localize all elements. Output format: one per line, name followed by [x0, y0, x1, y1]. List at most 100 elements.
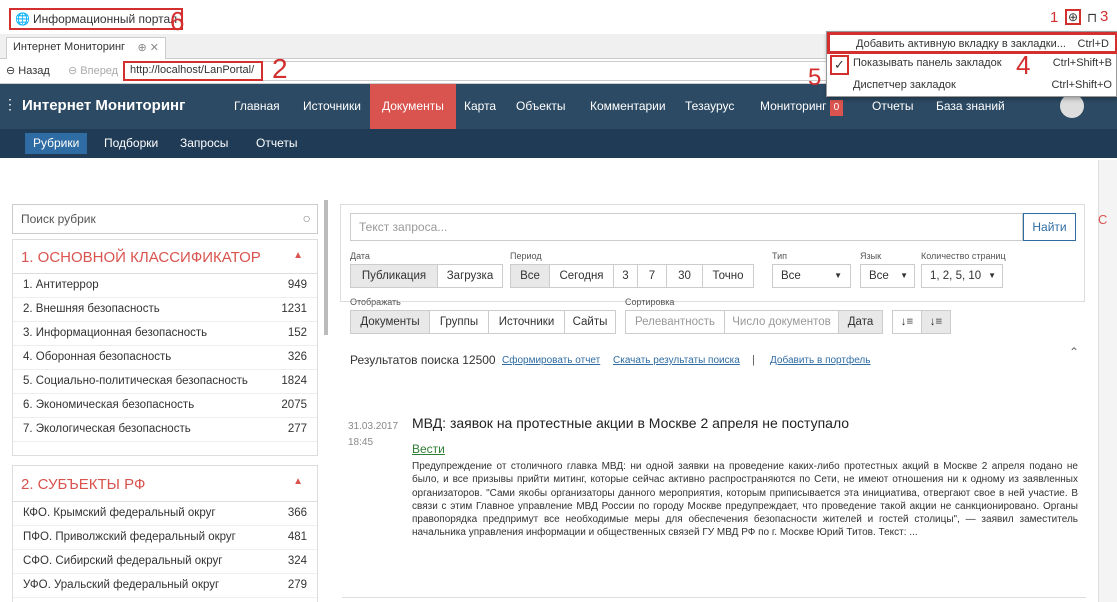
rubric-name: 1. Антитеррор: [23, 279, 99, 291]
group-title: 2. СУБЪЕКТЫ РФ: [21, 476, 146, 493]
page-count-select[interactable]: 1, 2, 5, 10 ▼: [921, 264, 1003, 288]
list-item[interactable]: КФО. Крымский федеральный округ 366: [13, 502, 317, 526]
address-bar[interactable]: http://localhost/LanPortal/: [123, 61, 263, 81]
date-load-button[interactable]: Загрузка: [437, 264, 503, 288]
site-logo[interactable]: Интернет Мониторинг: [22, 97, 185, 114]
rubric-name: 7. Экологическая безопасность: [23, 423, 191, 435]
forward-button[interactable]: ⊖ Вперед: [68, 64, 118, 77]
list-item[interactable]: УФО. Уральский федеральный округ 279: [13, 574, 317, 598]
nav-thesaurus[interactable]: Тезаурус: [677, 84, 742, 129]
divider: [342, 597, 1086, 598]
group-header[interactable]: 2. СУБЪЕКТЫ РФ ▲: [13, 466, 317, 502]
rubric-count: 1824: [281, 375, 307, 387]
rubric-search-input[interactable]: Поиск рубрик ○: [12, 204, 318, 234]
nav-comments[interactable]: Комментарии: [582, 84, 674, 129]
label-date: Дата: [350, 251, 370, 261]
annotation-1: 1: [1050, 9, 1059, 26]
period-3-button[interactable]: 3: [613, 264, 638, 288]
back-button[interactable]: ⊖ Назад: [6, 64, 50, 77]
group-main-classifier: 1. ОСНОВНОЙ КЛАССИФИКАТОР ▲ 1. Антитеррор…: [12, 239, 318, 456]
article-title[interactable]: МВД: заявок на протестные акции в Москве…: [412, 415, 849, 431]
list-item[interactable]: 1. Антитеррор 949: [13, 274, 317, 298]
add-to-portfolio-link[interactable]: Добавить в портфель: [770, 355, 870, 366]
subnav-rubrics[interactable]: Рубрики: [25, 133, 88, 154]
period-7-button[interactable]: 7: [637, 264, 667, 288]
show-sources-button[interactable]: Источники: [488, 310, 565, 334]
list-item[interactable]: 3. Информационная безопасность 152: [13, 322, 317, 346]
rubric-search-placeholder: Поиск рубрик: [21, 212, 96, 226]
list-item[interactable]: 6. Экономическая безопасность 2075: [13, 394, 317, 418]
group-header[interactable]: 1. ОСНОВНОЙ КЛАССИФИКАТОР ▲: [13, 240, 317, 274]
date-publication-button[interactable]: Публикация: [350, 264, 438, 288]
menu-add-bookmark-label: Добавить активную вкладку в закладки...: [856, 38, 1066, 50]
subnav-collections[interactable]: Подборки: [96, 133, 166, 154]
sub-navigation: Рубрики Подборки Запросы Отчеты: [0, 129, 1117, 158]
sort-doc-count-button[interactable]: Число документов: [724, 310, 839, 334]
period-exact-button[interactable]: Точно: [702, 264, 754, 288]
article-date-value: 31.03.2017: [348, 421, 399, 432]
query-input[interactable]: Текст запроса...: [350, 213, 1023, 241]
nav-objects[interactable]: Объекты: [508, 84, 574, 129]
caret-up-icon[interactable]: ▲: [293, 250, 303, 261]
type-select[interactable]: Все ▼: [772, 264, 851, 288]
period-all-button[interactable]: Все: [510, 264, 550, 288]
globe-icon: 🌐: [15, 12, 30, 26]
tab-title: Интернет Мониторинг: [13, 41, 126, 53]
nav-documents[interactable]: Документы: [370, 84, 456, 129]
period-today-button[interactable]: Сегодня: [549, 264, 614, 288]
nav-map[interactable]: Карта: [456, 84, 504, 129]
make-report-link[interactable]: Сформировать отчет: [502, 355, 600, 366]
add-bookmark-icon[interactable]: ⊕: [1065, 9, 1081, 25]
back-arrow-icon: ⊖: [6, 65, 16, 77]
list-item[interactable]: 2. Внешняя безопасность 1231: [13, 298, 317, 322]
list-item[interactable]: ПФО. Приволжский федеральный округ 481: [13, 526, 317, 550]
dropdown-arrow-icon: ▼: [834, 271, 842, 280]
article-source-link[interactable]: Вести: [412, 442, 445, 456]
rubric-count: 324: [287, 555, 307, 567]
bookmarks-bar: 🌐 Информационный портал 6 1 ⊕ ⊓ 3: [0, 0, 1117, 36]
sort-date-button[interactable]: Дата: [838, 310, 883, 334]
subnav-reports[interactable]: Отчеты: [248, 133, 305, 154]
left-scrollbar[interactable]: [324, 200, 328, 335]
tab-controls[interactable]: ⊕ ✕: [138, 41, 160, 56]
language-select[interactable]: Все ▼: [860, 264, 915, 288]
collapse-icon[interactable]: ⌃: [1069, 345, 1079, 359]
menu-show-bar-shortcut: Ctrl+Shift+B: [1052, 57, 1112, 69]
bookmark-menu-icon[interactable]: ⊓: [1087, 10, 1097, 26]
period-30-button[interactable]: 30: [666, 264, 703, 288]
user-avatar[interactable]: [1060, 94, 1084, 118]
sort-descending-icon[interactable]: ↓≡: [921, 310, 951, 334]
sort-relevance-button[interactable]: Релевантность: [625, 310, 725, 334]
subnav-queries[interactable]: Запросы: [172, 133, 236, 154]
list-item[interactable]: 4. Оборонная безопасность 326: [13, 346, 317, 370]
find-button[interactable]: Найти: [1023, 213, 1076, 241]
nav-main[interactable]: Главная: [226, 84, 288, 129]
menu-bookmark-manager[interactable]: Диспетчер закладок Ctrl+Shift+O: [827, 76, 1117, 96]
menu-show-bookmarks-bar[interactable]: ✓ Показывать панель закладок Ctrl+Shift+…: [827, 54, 1117, 75]
label-language: Язык: [860, 251, 882, 261]
rubric-count: 326: [287, 351, 307, 363]
sort-ascending-icon[interactable]: ↓≡: [892, 310, 922, 334]
caret-up-icon[interactable]: ▲: [293, 476, 303, 487]
tab-monitoring[interactable]: Интернет Мониторинг ⊕ ✕: [6, 37, 166, 59]
show-sites-button[interactable]: Сайты: [564, 310, 616, 334]
list-item[interactable]: СФО. Сибирский федеральный округ 324: [13, 550, 317, 574]
dropdown-arrow-icon: ▼: [900, 271, 908, 280]
nav-sources[interactable]: Источники: [295, 84, 369, 129]
article-date: 31.03.2017 18:45: [348, 419, 398, 451]
list-item[interactable]: 7. Экологическая безопасность 277: [13, 418, 317, 442]
menu-add-bookmark[interactable]: Добавить активную вкладку в закладки... …: [827, 32, 1117, 54]
annotation-6: 6: [170, 6, 185, 36]
list-item[interactable]: 5. Социально-политическая безопасность 18…: [13, 370, 317, 394]
rubric-count: 1231: [281, 303, 307, 315]
show-groups-button[interactable]: Группы: [429, 310, 489, 334]
menu-dots-icon[interactable]: ⋮: [3, 96, 17, 113]
annotation-3: 3: [1100, 8, 1109, 25]
download-results-link[interactable]: Скачать результаты поиска: [613, 355, 740, 366]
show-documents-button[interactable]: Документы: [350, 310, 430, 334]
bookmark-informational-portal[interactable]: 🌐 Информационный портал: [9, 8, 184, 30]
search-icon[interactable]: ○: [303, 210, 311, 226]
results-count: Результатов поиска 12500: [350, 353, 496, 367]
nav-monitoring-label: Мониторинг: [760, 99, 827, 113]
menu-manager-shortcut: Ctrl+Shift+O: [1051, 79, 1112, 91]
